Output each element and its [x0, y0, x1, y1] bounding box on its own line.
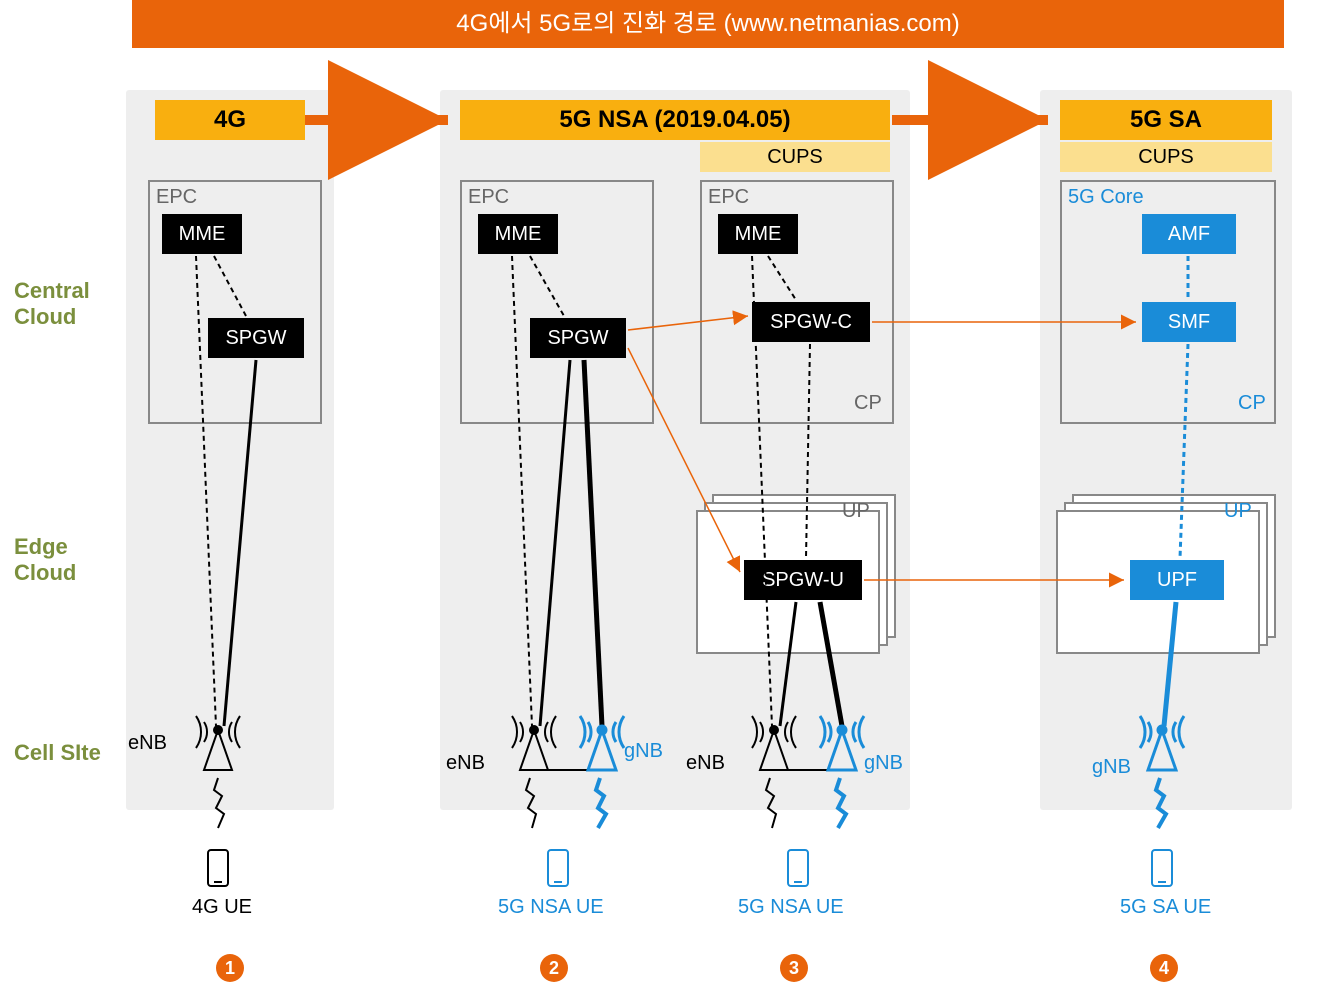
node-spgwc: SPGW-C [752, 302, 870, 342]
cp-label-sa: CP [1238, 392, 1266, 415]
badge-2: 2 [540, 954, 568, 982]
epc-label-nsa1: EPC [468, 186, 509, 209]
ue-label-nsa2: 5G NSA UE [738, 896, 844, 919]
title-banner: 4G에서 5G로의 진화 경로 (www.netmanias.com) [132, 0, 1284, 48]
ue-label-sa: 5G SA UE [1120, 896, 1211, 919]
stage-title-4g: 4G [155, 100, 305, 140]
stage-title-nsa: 5G NSA (2019.04.05) [460, 100, 890, 140]
node-smf: SMF [1142, 302, 1236, 342]
cups-strip-sa: CUPS [1060, 142, 1272, 172]
up-label-sa: UP [1224, 500, 1252, 523]
node-mme-4g: MME [162, 214, 242, 254]
stage-title-sa: 5G SA [1060, 100, 1272, 140]
badge-4: 4 [1150, 954, 1178, 982]
epc-label-nsa2: EPC [708, 186, 749, 209]
gnb-label-sa: gNB [1092, 756, 1131, 779]
diagram-root: 4G에서 5G로의 진화 경로 (www.netmanias.com) Cent… [0, 0, 1342, 994]
up-label-nsa: UP [842, 500, 870, 523]
enb-label-4g: eNB [128, 732, 167, 755]
enb-label-nsa1: eNB [446, 752, 485, 775]
node-spgwu: SPGW-U [744, 560, 862, 600]
node-upf: UPF [1130, 560, 1224, 600]
epc-label-4g: EPC [156, 186, 197, 209]
core-label-sa: 5G Core [1068, 186, 1144, 209]
gnb-label-nsa2: gNB [864, 752, 903, 775]
node-spgw-4g: SPGW [208, 318, 304, 358]
badge-1: 1 [216, 954, 244, 982]
ue-label-nsa1: 5G NSA UE [498, 896, 604, 919]
row-label-cell: Cell SIte [14, 740, 101, 766]
row-label-edge: Edge Cloud [14, 534, 76, 586]
badge-3: 3 [780, 954, 808, 982]
cups-strip-nsa: CUPS [700, 142, 890, 172]
gnb-label-nsa1: gNB [624, 740, 663, 763]
ue-label-4g: 4G UE [192, 896, 252, 919]
enb-label-nsa2: eNB [686, 752, 725, 775]
node-amf: AMF [1142, 214, 1236, 254]
node-spgw-nsa1: SPGW [530, 318, 626, 358]
cp-label-nsa2: CP [854, 392, 882, 415]
node-mme-nsa1: MME [478, 214, 558, 254]
node-mme-nsa2: MME [718, 214, 798, 254]
row-label-central: Central Cloud [14, 278, 90, 330]
